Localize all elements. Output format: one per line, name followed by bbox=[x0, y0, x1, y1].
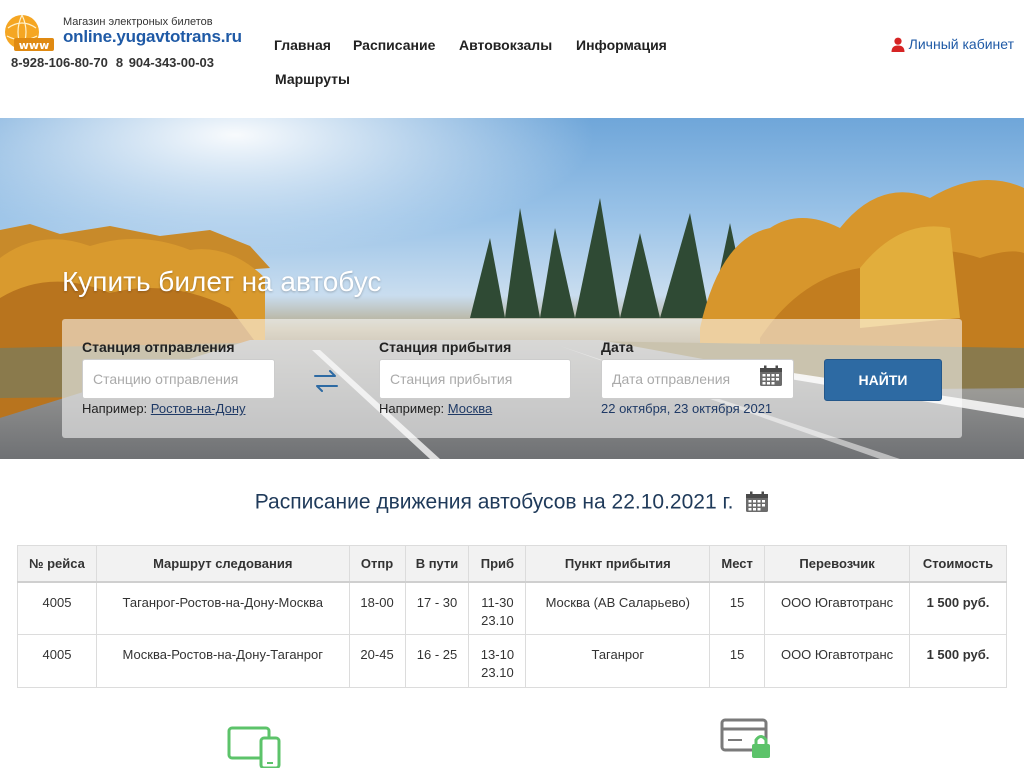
trip-number: 4005 bbox=[17, 581, 97, 635]
swap-arrows-icon[interactable] bbox=[312, 367, 340, 395]
departure-example-link[interactable]: Ростов-на-Дону bbox=[151, 401, 246, 416]
table-row[interactable]: 4005 Таганрог-Ростов-на-Дону-Москва 18-0… bbox=[17, 581, 1007, 635]
destination: Москва (АВ Саларьево) bbox=[525, 581, 711, 635]
col-seats[interactable]: Мест bbox=[709, 545, 766, 583]
arrival: 11-30 23.10 bbox=[468, 581, 527, 635]
phone-numbers: 8-928-106-80-70 8 904-343-00-03 bbox=[11, 55, 214, 70]
arrival-input[interactable] bbox=[379, 359, 571, 399]
departure-hint-prefix: Например: bbox=[82, 401, 148, 416]
schedule-title: Расписание движения автобусов на 22.10.2… bbox=[0, 490, 1024, 514]
carrier: ООО Югавтотранс bbox=[764, 581, 910, 635]
arrival-date: 23.10 bbox=[481, 612, 514, 628]
hero-title: Купить билет на автобус bbox=[62, 266, 382, 297]
logo-site-name: online.yugavtotrans.ru bbox=[63, 27, 242, 46]
globe-logo-icon: www bbox=[5, 14, 54, 52]
find-button[interactable]: НАЙТИ bbox=[824, 359, 942, 401]
devices-icon bbox=[227, 726, 281, 768]
calendar-icon[interactable] bbox=[745, 491, 769, 513]
arrival-time: 11-30 bbox=[481, 594, 514, 610]
site-logo[interactable]: www Магазин электроных билетов online.yu… bbox=[4, 12, 242, 58]
price: 1 500 руб. bbox=[909, 581, 1007, 635]
svg-text:www: www bbox=[19, 39, 50, 52]
nav-home[interactable]: Главная bbox=[274, 37, 331, 53]
seats: 15 bbox=[709, 634, 766, 688]
date-label: Дата bbox=[601, 339, 634, 355]
nav-routes[interactable]: Маршруты bbox=[275, 71, 350, 87]
hero-banner: Купить билет на автобус Станция отправле… bbox=[0, 118, 1024, 459]
arrival-label: Станция прибытия bbox=[379, 339, 512, 355]
trip-number: 4005 bbox=[17, 634, 97, 688]
duration: 17 - 30 bbox=[404, 581, 470, 635]
arrival-example-link[interactable]: Москва bbox=[448, 401, 492, 416]
personal-account-label: Личный кабинет bbox=[908, 36, 1014, 52]
seats: 15 bbox=[709, 581, 766, 635]
arrival: 13-10 23.10 bbox=[468, 634, 527, 688]
schedule-table: № рейса Маршрут следования Отпр В пути П… bbox=[17, 545, 1007, 688]
schedule-title-text: Расписание движения автобусов на 22.10.2… bbox=[254, 490, 734, 514]
arrival-hint-prefix: Например: bbox=[379, 401, 445, 416]
route: Таганрог-Ростов-на-Дону-Москва bbox=[95, 581, 350, 635]
available-dates-hint: 22 октября, 23 октября 2021 bbox=[601, 401, 773, 416]
carrier: ООО Югавтотранс bbox=[764, 634, 910, 688]
col-departure[interactable]: Отпр bbox=[348, 545, 406, 583]
departure-label: Станция отправления bbox=[82, 339, 235, 355]
table-row[interactable]: 4005 Москва-Ростов-на-Дону-Таганрог 20-4… bbox=[17, 634, 1007, 688]
col-route[interactable]: Маршрут следования bbox=[95, 545, 350, 583]
col-arrival[interactable]: Приб bbox=[468, 545, 527, 583]
site-header: www Магазин электроных билетов online.yu… bbox=[0, 0, 1024, 118]
col-carrier[interactable]: Перевозчик bbox=[764, 545, 910, 583]
departure-input[interactable] bbox=[82, 359, 275, 399]
departure-hint: Например: Ростов-на-Дону bbox=[82, 401, 246, 416]
price: 1 500 руб. bbox=[909, 634, 1007, 688]
calendar-icon[interactable] bbox=[759, 365, 783, 387]
destination: Таганрог bbox=[525, 634, 711, 688]
user-icon bbox=[891, 37, 905, 52]
ticket-search-form: Станция отправления Например: Ростов-на-… bbox=[62, 319, 962, 438]
col-trip-number[interactable]: № рейса bbox=[17, 545, 97, 583]
nav-schedule[interactable]: Расписание bbox=[353, 37, 435, 53]
col-price[interactable]: Стоимость bbox=[909, 545, 1007, 583]
nav-bus-stations[interactable]: Автовокзалы bbox=[459, 37, 552, 53]
col-destination[interactable]: Пункт прибытия bbox=[525, 545, 711, 583]
duration: 16 - 25 bbox=[404, 634, 470, 688]
departure-time: 18-00 bbox=[348, 581, 406, 635]
table-header-row: № рейса Маршрут следования Отпр В пути П… bbox=[17, 545, 1007, 583]
col-duration[interactable]: В пути bbox=[404, 545, 470, 583]
nav-info[interactable]: Информация bbox=[576, 37, 667, 53]
phone-2[interactable]: 8 904-343-00-03 bbox=[116, 55, 214, 70]
arrival-date: 23.10 bbox=[481, 665, 514, 680]
secure-card-icon bbox=[720, 718, 770, 758]
phone-1[interactable]: 8-928-106-80-70 bbox=[11, 55, 108, 70]
arrival-hint: Например: Москва bbox=[379, 401, 492, 416]
arrival-time: 13-10 bbox=[480, 647, 515, 662]
route: Москва-Ростов-на-Дону-Таганрог bbox=[95, 634, 350, 688]
departure-time: 20-45 bbox=[348, 634, 406, 688]
personal-account-link[interactable]: Личный кабинет bbox=[891, 36, 1014, 52]
